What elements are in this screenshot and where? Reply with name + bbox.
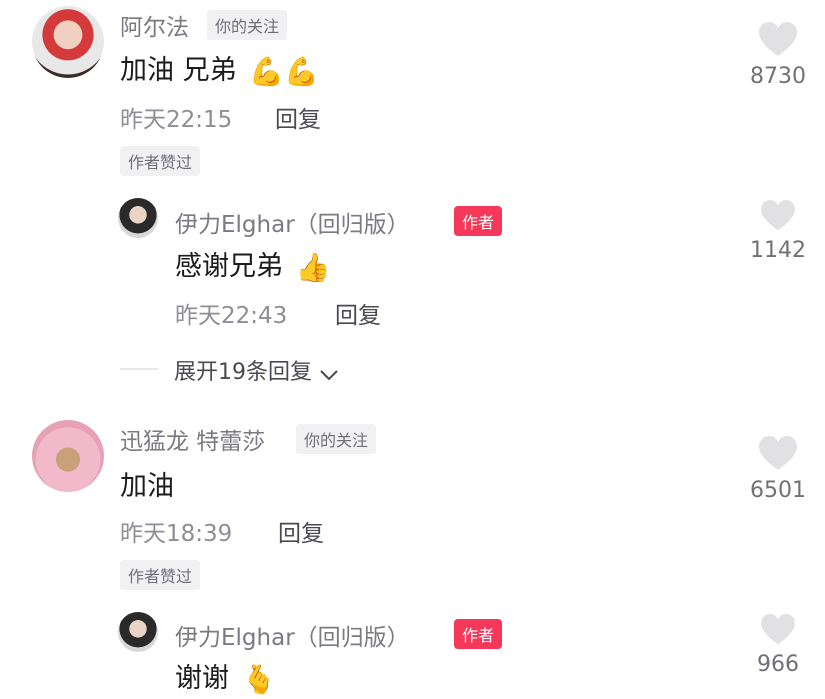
like-button[interactable]: 1142 — [718, 200, 825, 270]
reply-button[interactable]: 回复 — [275, 100, 321, 134]
expand-replies-label: 展开19条回复 — [174, 360, 312, 385]
comment-text: 加油 — [120, 471, 174, 502]
follow-tag: 你的关注 — [207, 10, 288, 40]
liked-by-author-tag: 作者赞过 — [120, 146, 201, 176]
like-count: 1142 — [750, 238, 806, 263]
avatar[interactable] — [32, 6, 104, 78]
like-count: 966 — [757, 652, 799, 677]
liked-by-author-tag: 作者赞过 — [120, 560, 201, 590]
reply-author-name[interactable]: 伊力Elghar（回归版） — [175, 618, 410, 652]
like-count: 8730 — [750, 64, 806, 89]
avatar[interactable] — [118, 198, 158, 238]
author-tag: 作者 — [454, 206, 503, 236]
follow-tag: 你的关注 — [296, 424, 377, 454]
reply-time: 昨天22:43 — [175, 303, 288, 329]
reply-button[interactable]: 回复 — [278, 514, 324, 548]
like-count: 6501 — [750, 478, 806, 503]
comment-author-name[interactable]: 迅猛龙 特蕾莎 — [120, 422, 265, 456]
comment-author-name[interactable]: 阿尔法 — [120, 8, 189, 42]
chevron-down-icon — [320, 369, 338, 380]
heart-icon — [761, 614, 795, 645]
finger-heart-emoji-icon: 🫰 — [241, 663, 277, 696]
reply-text-body: 感谢兄弟 — [175, 251, 283, 282]
thumbs-up-emoji-icon: 👍 — [295, 251, 331, 284]
reply-button[interactable]: 回复 — [335, 296, 381, 330]
author-tag: 作者 — [454, 619, 503, 649]
comment-time: 昨天18:39 — [120, 521, 233, 547]
reply-text-body: 谢谢 — [175, 663, 229, 694]
expand-replies-button[interactable]: 展开19条回复 — [174, 354, 339, 385]
like-button[interactable]: 966 — [718, 614, 825, 684]
heart-icon — [759, 22, 797, 56]
like-button[interactable]: 6501 — [718, 436, 825, 506]
avatar[interactable] — [118, 612, 158, 652]
heart-icon — [761, 200, 795, 231]
comment-time: 昨天22:15 — [120, 107, 233, 133]
heart-icon — [759, 436, 797, 470]
comment-text-body: 加油 兄弟 — [120, 55, 237, 86]
like-button[interactable]: 8730 — [718, 22, 825, 92]
reply-author-name[interactable]: 伊力Elghar（回归版） — [175, 205, 410, 239]
avatar[interactable] — [32, 420, 104, 492]
reply-text: 谢谢 🫰 — [175, 656, 276, 696]
divider — [120, 368, 158, 370]
comment-text: 加油 兄弟 💪💪 — [120, 48, 319, 88]
flexed-biceps-emoji-icon: 💪💪 — [249, 55, 319, 88]
reply-text: 感谢兄弟 👍 — [175, 244, 330, 284]
